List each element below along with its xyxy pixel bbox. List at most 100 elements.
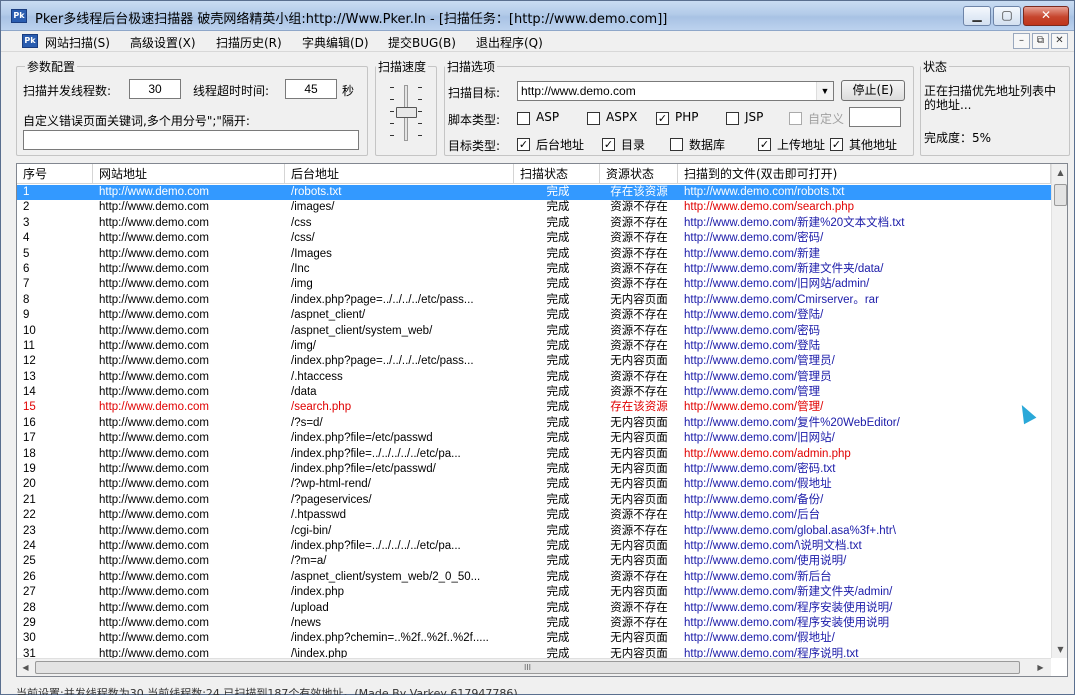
column-header-resource-status[interactable]: 资源状态 <box>600 164 678 184</box>
mdi-restore-button[interactable]: ⧉ <box>1032 33 1049 49</box>
script-type-checkbox-label-0[interactable]: ASP <box>536 110 559 124</box>
table-row[interactable]: 27 http://www.demo.com/index.php 完成 无内容页面 ht… <box>17 585 1051 600</box>
row-found-file[interactable]: http://www.demo.com/robots.txt <box>684 185 1049 200</box>
table-row[interactable]: 14 http://www.demo.com/data 完成 资源不存在 http://… <box>17 385 1051 400</box>
column-header-scan-status[interactable]: 扫描状态 <box>514 164 600 184</box>
maximize-button[interactable]: ▢ <box>993 6 1021 26</box>
scroll-left-icon[interactable]: ◀ <box>17 659 34 676</box>
mdi-close-button[interactable]: ✕ <box>1051 33 1068 49</box>
row-found-file[interactable]: http://www.demo.com/密码 <box>684 324 1049 339</box>
table-row[interactable]: 4 http://www.demo.com/css/完成 资源不存在 http://w… <box>17 231 1051 246</box>
timeout-input[interactable]: 45 <box>285 79 337 99</box>
column-header-admin-path[interactable]: 后台地址 <box>285 164 514 184</box>
target-combobox[interactable]: http://www.demo.com ▼ <box>517 81 834 101</box>
row-found-file[interactable]: http://www.demo.com/旧网站/admin/ <box>684 277 1049 292</box>
table-row[interactable]: 6 http://www.demo.com/Inc 完成 资源不存在 http://ww… <box>17 262 1051 277</box>
row-found-file[interactable]: http://www.demo.com/新建%20文本文档.txt <box>684 216 1049 231</box>
script-type-checkbox-label-3[interactable]: JSP <box>745 110 763 124</box>
target-type-checkbox-0[interactable]: ✓ <box>517 138 530 151</box>
row-found-file[interactable]: http://www.demo.com/后台 <box>684 508 1049 523</box>
table-row[interactable]: 16 http://www.demo.com /?s=d/完成 无内容页面 http:/… <box>17 416 1051 431</box>
row-found-file[interactable]: http://www.demo.com/密码.txt <box>684 462 1049 477</box>
menu-advanced-settings[interactable]: 高级设置(X) <box>130 34 196 51</box>
target-type-checkbox-3[interactable]: ✓ <box>758 138 771 151</box>
target-type-checkbox-label-1[interactable]: 目录 <box>621 136 645 153</box>
custom-error-input[interactable] <box>23 130 359 150</box>
column-header-site[interactable]: 网站地址 <box>93 164 285 184</box>
scroll-down-icon[interactable]: ▼ <box>1052 641 1067 658</box>
threads-input[interactable]: 30 <box>129 79 181 99</box>
row-found-file[interactable]: http://www.demo.com/假地址/ <box>684 631 1049 646</box>
row-found-file[interactable]: http://www.demo.com/复件%20WebEditor/ <box>684 416 1049 431</box>
menu-exit[interactable]: 退出程序(Q) <box>476 34 543 51</box>
script-type-checkbox-label-2[interactable]: PHP <box>675 110 699 124</box>
results-table[interactable]: 序号 网站地址 后台地址 扫描状态 资源状态 扫描到的文件(双击即可打开) 1 h… <box>16 163 1068 677</box>
row-found-file[interactable]: http://www.demo.com/登陆/ <box>684 308 1049 323</box>
table-row[interactable]: 18 http://www.demo.com/index.php?file=../… <box>17 447 1051 462</box>
custom-script-input[interactable] <box>849 107 901 127</box>
column-header-found-file[interactable]: 扫描到的文件(双击即可打开) <box>678 164 1051 184</box>
script-type-checkbox-1[interactable] <box>587 112 600 125</box>
title-bar[interactable]: Pk Pker多线程后台极速扫描器 破壳网络精英小组:http://Www.Pk… <box>1 1 1074 31</box>
row-found-file[interactable]: http://www.demo.com/新建 <box>684 247 1049 262</box>
vertical-scroll-thumb[interactable] <box>1054 184 1067 206</box>
menu-dictionary-edit[interactable]: 字典编辑(D) <box>302 34 369 51</box>
table-row[interactable]: 7 http://www.demo.com/img 完成 资源不存在 http://ww… <box>17 277 1051 292</box>
row-found-file[interactable]: http://www.demo.com/search.php <box>684 200 1049 215</box>
table-row[interactable]: 15 http://www.demo.com/search.php 完成 存在该资源 h… <box>17 400 1051 415</box>
table-row[interactable]: 2 http://www.demo.com/images/完成 资源不存在 http:… <box>17 200 1051 215</box>
table-row[interactable]: 22 http://www.demo.com /.htpasswd 完成 资源不存在 ht… <box>17 508 1051 523</box>
minimize-button[interactable]: ▁ <box>963 6 991 26</box>
speed-slider-thumb[interactable] <box>396 107 417 118</box>
table-row[interactable]: 5 http://www.demo.com/Images 完成 资源不存在 http:/… <box>17 247 1051 262</box>
table-row[interactable]: 29 http://www.demo.com/news 完成 资源不存在 http://… <box>17 616 1051 631</box>
table-row[interactable]: 13 http://www.demo.com /.htaccess 完成 资源不存在 ht… <box>17 370 1051 385</box>
row-found-file[interactable]: http://www.demo.com/新后台 <box>684 570 1049 585</box>
mdi-minimize-button[interactable]: – <box>1013 33 1030 49</box>
table-row[interactable]: 30 http://www.demo.com/index.php?chemin=.… <box>17 631 1051 646</box>
menu-scan-history[interactable]: 扫描历史(R) <box>216 34 282 51</box>
table-row[interactable]: 11 http://www.demo.com/img/完成 资源不存在 http://… <box>17 339 1051 354</box>
table-row[interactable]: 17 http://www.demo.com/index.php?file=/et… <box>17 431 1051 446</box>
row-found-file[interactable]: http://www.demo.com/假地址 <box>684 477 1049 492</box>
row-found-file[interactable]: http://www.demo.com/备份/ <box>684 493 1049 508</box>
target-type-checkbox-label-4[interactable]: 其他地址 <box>849 136 897 153</box>
script-type-checkbox-label-1[interactable]: ASPX <box>606 110 637 124</box>
target-type-checkbox-label-0[interactable]: 后台地址 <box>536 136 584 153</box>
table-row[interactable]: 8 http://www.demo.com/index.php?page=../.… <box>17 293 1051 308</box>
target-type-checkbox-4[interactable]: ✓ <box>830 138 843 151</box>
row-found-file[interactable]: http://www.demo.com/管理员 <box>684 370 1049 385</box>
target-type-checkbox-2[interactable] <box>670 138 683 151</box>
chevron-down-icon[interactable]: ▼ <box>816 82 833 100</box>
column-header-index[interactable]: 序号 <box>17 164 93 184</box>
row-found-file[interactable]: http://www.demo.com/新建文件夹/admin/ <box>684 585 1049 600</box>
table-row[interactable]: 23 http://www.demo.com/cgi-bin/完成 资源不存在 htt… <box>17 524 1051 539</box>
table-row[interactable]: 20 http://www.demo.com /?wp-html-rend/完成 无内… <box>17 477 1051 492</box>
table-row[interactable]: 21 http://www.demo.com /?pageservices/完成 无内… <box>17 493 1051 508</box>
table-row[interactable]: 3 http://www.demo.com/css 完成 资源不存在 http://ww… <box>17 216 1051 231</box>
row-found-file[interactable]: http://www.demo.com/登陆 <box>684 339 1049 354</box>
menu-site-scan[interactable]: 网站扫描(S) <box>45 34 110 51</box>
stop-button[interactable]: 停止(E) <box>841 80 905 101</box>
table-row[interactable]: 26 http://www.demo.com/aspnet_client/syst… <box>17 570 1051 585</box>
table-row[interactable]: 9 http://www.demo.com/aspnet_client/完成 资源不… <box>17 308 1051 323</box>
menu-submit-bug[interactable]: 提交BUG(B) <box>388 34 456 51</box>
table-row[interactable]: 10 http://www.demo.com/aspnet_client/syst… <box>17 324 1051 339</box>
target-type-checkbox-label-2[interactable]: 数据库 <box>689 136 725 153</box>
row-found-file[interactable]: http://www.demo.com/global.asa%3f+.htr\ <box>684 524 1049 539</box>
horizontal-scrollbar[interactable]: ◀ III ▶ <box>17 658 1051 676</box>
row-found-file[interactable]: http://www.demo.com/admin.php <box>684 447 1049 462</box>
horizontal-scroll-thumb[interactable]: III <box>35 661 1020 674</box>
row-found-file[interactable]: http://www.demo.com/管理 <box>684 385 1049 400</box>
table-row[interactable]: 25 http://www.demo.com /?m=a/完成 无内容页面 http:/… <box>17 554 1051 569</box>
vertical-scrollbar[interactable]: ▲ ▼ <box>1051 164 1067 658</box>
row-found-file[interactable]: http://www.demo.com/密码/ <box>684 231 1049 246</box>
script-type-checkbox-0[interactable] <box>517 112 530 125</box>
mdi-child-icon[interactable]: Pk <box>22 34 38 48</box>
row-found-file[interactable]: http://www.demo.com/Cmirserver。rar <box>684 293 1049 308</box>
target-type-checkbox-1[interactable]: ✓ <box>602 138 615 151</box>
target-type-checkbox-label-3[interactable]: 上传地址 <box>777 136 825 153</box>
row-found-file[interactable]: http://www.demo.com/旧网站/ <box>684 431 1049 446</box>
row-found-file[interactable]: http://www.demo.com/新建文件夹/data/ <box>684 262 1049 277</box>
scroll-up-icon[interactable]: ▲ <box>1052 164 1067 181</box>
